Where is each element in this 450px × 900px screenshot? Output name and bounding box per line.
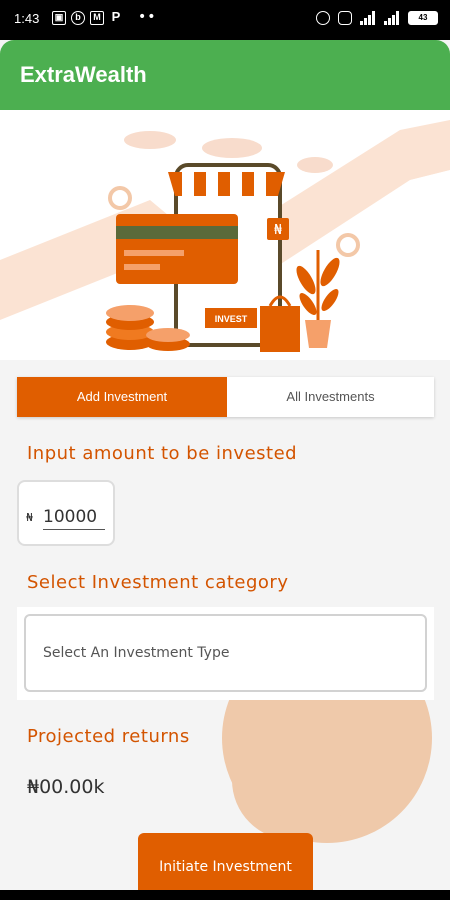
amount-card: ₦ xyxy=(17,480,115,546)
tab-bar: Add Investment All Investments xyxy=(17,377,434,417)
b-circle-icon: b xyxy=(71,11,85,25)
category-label: Select Investment category xyxy=(27,572,289,593)
notification-icons: ▣ b M P xyxy=(52,9,123,25)
investment-type-select-value: Select An Investment Type xyxy=(43,645,230,661)
more-notifications-icon: •• xyxy=(138,9,157,25)
image-icon: ▣ xyxy=(52,11,66,25)
system-icons: 43 xyxy=(316,11,438,25)
currency-prefix: ₦ xyxy=(26,511,33,524)
hero-banner: ₦ INVEST xyxy=(0,110,450,360)
status-time: 1:43 xyxy=(14,11,40,26)
investment-type-select[interactable]: Select An Investment Type xyxy=(24,614,427,692)
returns-value: ₦00.00k xyxy=(27,776,105,798)
tab-add-investment[interactable]: Add Investment xyxy=(17,377,227,417)
hotspot-icon xyxy=(338,11,352,25)
status-bar: 1:43 ▣ b M P •• 43 xyxy=(0,0,450,40)
tab-all-investments[interactable]: All Investments xyxy=(227,377,434,417)
p-icon: P xyxy=(111,9,121,24)
investment-illustration: ₦ INVEST xyxy=(0,120,450,352)
mail-icon: M xyxy=(90,11,104,25)
amount-input[interactable] xyxy=(43,504,105,530)
amount-label: Input amount to be invested xyxy=(27,443,298,464)
alarm-icon xyxy=(316,11,330,25)
category-select-card: Select An Investment Type xyxy=(17,607,434,700)
app-title: ExtraWealth xyxy=(20,62,147,87)
initiate-investment-button[interactable]: Initiate Investment xyxy=(138,833,313,893)
wifi-signal-icon xyxy=(384,11,400,25)
returns-label: Projected returns xyxy=(27,726,190,747)
hero-invest-sign: INVEST xyxy=(215,314,248,324)
system-nav-bar xyxy=(0,890,450,900)
app-bar: ExtraWealth xyxy=(0,40,450,110)
battery-icon: 43 xyxy=(408,11,438,25)
hero-currency-badge: ₦ xyxy=(274,223,283,238)
signal-icon xyxy=(360,11,376,25)
